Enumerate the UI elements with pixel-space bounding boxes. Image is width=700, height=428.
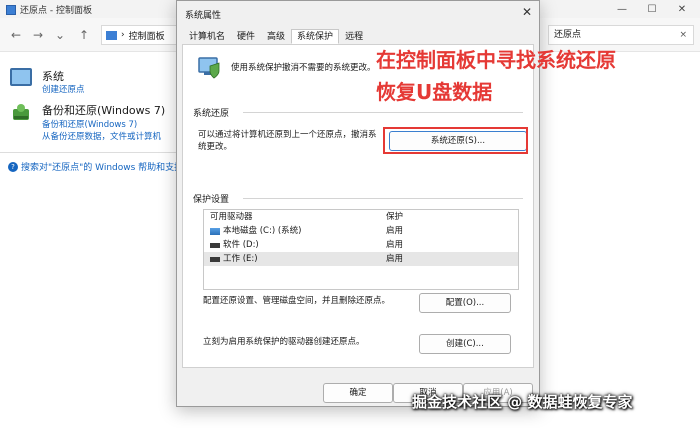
- annotation-text: 在控制面板中寻找系统还原 恢复U盘数据: [376, 44, 676, 108]
- cp-item-backup: 备份和还原(Windows 7) 备份和还原(Windows 7) 从备份还原数…: [10, 102, 165, 142]
- recent-dropdown-icon[interactable]: ⌄: [52, 27, 68, 43]
- maximize-button[interactable]: ☐: [638, 1, 666, 17]
- system-restore-highlight-box: [383, 127, 528, 154]
- control-panel-icon: [6, 4, 16, 15]
- chevron-right-icon: ›: [121, 30, 125, 40]
- create-description: 立刻为启用系统保护的驱动器创建还原点。: [203, 337, 365, 347]
- breadcrumb[interactable]: 控制面板: [129, 29, 165, 42]
- drive-row[interactable]: 本地磁盘 (C:) (系统) 启用: [204, 224, 518, 238]
- drive-list[interactable]: 可用驱动器 保护 本地磁盘 (C:) (系统) 启用 软件 (D:) 启用 工作…: [203, 209, 519, 290]
- restore-description: 可以通过将计算机还原到上一个还原点，撤消系 统更改。: [198, 129, 377, 153]
- configure-description: 配置还原设置、管理磁盘空间，并且删除还原点。: [203, 296, 391, 306]
- help-icon: ?: [8, 161, 18, 172]
- tab-remote[interactable]: 远程: [339, 29, 369, 44]
- minimize-button[interactable]: —: [608, 1, 636, 17]
- group-divider: [243, 198, 523, 199]
- intro-text: 使用系统保护撤消不需要的系统更改。: [231, 63, 376, 73]
- drive-name-cell: 本地磁盘 (C:) (系统): [204, 224, 384, 238]
- tab-system-protection[interactable]: 系统保护: [291, 29, 340, 44]
- control-panel-small-icon: [106, 30, 117, 40]
- computer-icon: [10, 68, 32, 86]
- drive-row[interactable]: 软件 (D:) 启用: [204, 238, 518, 252]
- annotation-line: 在控制面板中寻找系统还原: [376, 48, 616, 72]
- cp-item-title[interactable]: 系统: [42, 68, 64, 84]
- create-button[interactable]: 创建(C)...: [419, 334, 511, 354]
- window-title: 还原点 - 控制面板: [6, 3, 92, 16]
- search-value: 还原点: [554, 30, 582, 40]
- protection-group-label: 保护设置: [193, 195, 230, 205]
- drive-name: 工作 (E:): [223, 254, 258, 264]
- back-icon[interactable]: ←: [8, 27, 24, 43]
- tab-hardware[interactable]: 硬件: [231, 29, 261, 44]
- drive-protection: 启用: [386, 254, 404, 264]
- up-icon[interactable]: ↑: [76, 27, 92, 43]
- column-header-drives[interactable]: 可用驱动器: [204, 210, 384, 224]
- restore-files-link[interactable]: 从备份还原数据，文件或计算机: [42, 130, 161, 142]
- restore-description-line: 统更改。: [198, 142, 233, 152]
- restore-group-label: 系统还原: [193, 109, 230, 119]
- divider: [0, 152, 176, 153]
- tab-bar: 计算机名 硬件 高级 系统保护 远程: [183, 29, 369, 44]
- help-link-text: 搜索对"还原点"的 Windows 帮助和支持: [21, 163, 184, 173]
- backup-restore-icon: [10, 102, 32, 122]
- tab-advanced[interactable]: 高级: [261, 29, 291, 44]
- configure-button[interactable]: 配置(O)...: [419, 293, 511, 313]
- window-title-text: 还原点 - 控制面板: [20, 6, 92, 16]
- create-restore-point-link[interactable]: 创建还原点: [42, 83, 85, 95]
- drive-row-selected[interactable]: 工作 (E:) 启用: [204, 252, 518, 266]
- drive-name-cell: 软件 (D:): [204, 238, 384, 252]
- column-header-protection[interactable]: 保护: [384, 210, 403, 224]
- watermark: 掘金技术社区 @ 数据蛙恢复专家: [412, 393, 633, 411]
- system-drive-icon: [210, 227, 220, 235]
- search-input[interactable]: 还原点 ×: [548, 25, 694, 45]
- system-protection-icon: [195, 55, 223, 81]
- forward-icon[interactable]: →: [30, 27, 46, 43]
- tab-computer-name[interactable]: 计算机名: [183, 29, 231, 44]
- backup-restore-link[interactable]: 备份和还原(Windows 7): [42, 118, 137, 130]
- cp-item-title[interactable]: 备份和还原(Windows 7): [42, 102, 165, 118]
- drive-name: 软件 (D:): [223, 240, 259, 250]
- annotation-line: 恢复U盘数据: [376, 80, 493, 104]
- drive-icon: [210, 242, 220, 248]
- help-link[interactable]: ? 搜索对"还原点"的 Windows 帮助和支持: [8, 160, 183, 173]
- ok-button[interactable]: 确定: [323, 383, 393, 403]
- drive-list-header: 可用驱动器 保护: [204, 210, 518, 224]
- drive-name: 本地磁盘 (C:) (系统): [223, 226, 302, 236]
- close-button[interactable]: ✕: [668, 1, 696, 17]
- drive-protection: 启用: [386, 226, 404, 236]
- dialog-title: 系统属性: [185, 11, 222, 21]
- drive-name-cell: 工作 (E:): [204, 252, 384, 266]
- dialog-close-icon[interactable]: ✕: [522, 5, 532, 19]
- cp-item-system: 系统 创建还原点: [10, 68, 85, 95]
- clear-search-icon[interactable]: ×: [679, 26, 687, 44]
- drive-protection: 启用: [386, 240, 404, 250]
- restore-description-line: 可以通过将计算机还原到上一个还原点，撤消系: [198, 130, 377, 140]
- drive-icon: [210, 256, 220, 262]
- group-divider: [243, 112, 523, 113]
